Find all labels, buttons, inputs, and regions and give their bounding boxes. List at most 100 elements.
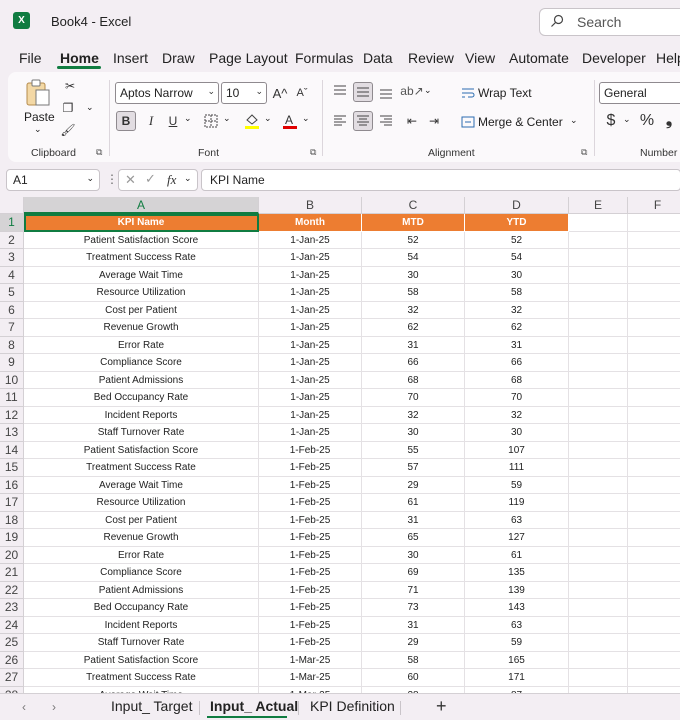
cell-kpi-name[interactable]: Average Wait Time [24, 266, 259, 284]
column-header-e[interactable]: E [569, 197, 628, 214]
select-all-corner[interactable] [0, 197, 24, 214]
cell-month[interactable]: 1-Jan-25 [259, 406, 362, 424]
row-header[interactable]: 10 [0, 371, 24, 389]
row-header[interactable]: 22 [0, 581, 24, 599]
cell-kpi-name[interactable]: Incident Reports [24, 616, 259, 634]
empty-cell[interactable] [569, 669, 628, 687]
cell-mtd[interactable]: 61 [362, 494, 465, 512]
comma-style-icon[interactable]: ❟ [662, 111, 676, 131]
empty-cell[interactable] [569, 581, 628, 599]
chevron-right-icon[interactable]: › [52, 700, 56, 714]
cell-month[interactable]: 1-Jan-25 [259, 371, 362, 389]
cell-kpi-name[interactable]: Bed Occupancy Rate [24, 599, 259, 617]
empty-cell[interactable] [569, 266, 628, 284]
bold-button[interactable]: B [116, 111, 136, 131]
orientation-icon[interactable]: ab↗ [400, 82, 423, 100]
empty-cell[interactable] [628, 354, 680, 372]
cell-month[interactable]: 1-Mar-25 [259, 669, 362, 687]
cell-mtd[interactable]: 71 [362, 581, 465, 599]
clipboard-launcher-icon[interactable]: ⧉ [96, 148, 105, 157]
cell-ytd[interactable]: 30 [465, 266, 569, 284]
underline-chevron-icon[interactable]: ⌄ [184, 113, 192, 124]
empty-cell[interactable] [628, 547, 680, 564]
cell-ytd[interactable]: 127 [465, 529, 569, 547]
empty-cell[interactable] [569, 529, 628, 547]
paste-chevron-icon[interactable]: ⌄ [34, 124, 42, 135]
empty-cell[interactable] [628, 599, 680, 617]
number-format-select[interactable]: General [599, 82, 680, 104]
row-header[interactable]: 4 [0, 266, 24, 284]
row-header[interactable]: 15 [0, 459, 24, 477]
empty-cell[interactable] [628, 634, 680, 652]
header-cell-ytd[interactable]: YTD [465, 214, 569, 232]
row-header[interactable]: 5 [0, 284, 24, 302]
cell-ytd[interactable]: 165 [465, 651, 569, 669]
empty-cell[interactable] [628, 564, 680, 582]
cell-kpi-name[interactable]: Treatment Success Rate [24, 459, 259, 477]
cell-ytd[interactable]: 59 [465, 476, 569, 494]
sheet-tab-kpi-definition[interactable]: KPI Definition [310, 698, 395, 714]
cell-month[interactable]: 1-Jan-25 [259, 231, 362, 249]
cell-mtd[interactable]: 30 [362, 424, 465, 442]
cell-month[interactable]: 1-Jan-25 [259, 354, 362, 372]
tab-formulas[interactable]: Formulas [295, 50, 353, 66]
empty-cell[interactable] [569, 371, 628, 389]
tab-automate[interactable]: Automate [509, 50, 569, 66]
empty-cell[interactable] [569, 441, 628, 459]
cell-month[interactable]: 1-Feb-25 [259, 459, 362, 477]
cell-mtd[interactable]: 66 [362, 354, 465, 372]
empty-cell[interactable] [569, 249, 628, 267]
align-right-icon[interactable] [377, 112, 395, 130]
cell-mtd[interactable]: 54 [362, 249, 465, 267]
cell-ytd[interactable]: 63 [465, 616, 569, 634]
tab-developer[interactable]: Developer [582, 50, 646, 66]
cell-kpi-name[interactable]: Cost per Patient [24, 511, 259, 529]
cell-mtd[interactable]: 58 [362, 651, 465, 669]
cell-ytd[interactable]: 139 [465, 581, 569, 599]
empty-cell[interactable] [628, 407, 680, 424]
tab-review[interactable]: Review [408, 50, 454, 66]
cell-mtd[interactable]: 29 [362, 476, 465, 494]
column-header-d[interactable]: D [465, 197, 569, 214]
cell-mtd[interactable]: 32 [362, 406, 465, 424]
tab-view[interactable]: View [465, 50, 495, 66]
format-painter-icon[interactable]: 🖌 [60, 122, 76, 138]
cell-kpi-name[interactable]: Compliance Score [24, 354, 259, 372]
borders-icon[interactable] [202, 112, 220, 130]
tab-insert[interactable]: Insert [113, 50, 148, 66]
cell-ytd[interactable]: 32 [465, 301, 569, 319]
empty-cell[interactable] [628, 372, 680, 389]
alignment-launcher-icon[interactable]: ⧉ [581, 148, 590, 157]
cancel-icon[interactable]: ✕ [125, 172, 136, 188]
empty-cell[interactable] [569, 494, 628, 512]
font-color-chevron-icon[interactable]: ⌄ [302, 113, 310, 124]
cell-month[interactable]: 1-Mar-25 [259, 651, 362, 669]
cell-month[interactable]: 1-Feb-25 [259, 511, 362, 529]
cell-kpi-name[interactable]: Error Rate [24, 546, 259, 564]
empty-cell[interactable] [628, 512, 680, 529]
cell-month[interactable]: 1-Feb-25 [259, 546, 362, 564]
cell-ytd[interactable]: 62 [465, 319, 569, 337]
cell-mtd[interactable]: 31 [362, 336, 465, 354]
empty-cell[interactable] [628, 284, 680, 302]
font-name-select[interactable]: Aptos Narrow ⌄ [115, 82, 219, 104]
empty-cell[interactable] [628, 424, 680, 442]
cell-ytd[interactable]: 70 [465, 389, 569, 407]
row-header[interactable]: 12 [0, 406, 24, 424]
cell-kpi-name[interactable]: Revenue Growth [24, 319, 259, 337]
empty-cell[interactable] [628, 617, 680, 634]
worksheet-grid[interactable]: A B C D E F 1 KPI Name Month MTD YTD 2 Patient… [0, 197, 680, 693]
cell-mtd[interactable]: 32 [362, 301, 465, 319]
font-size-select[interactable]: 10 ⌄ [221, 82, 267, 104]
fill-chevron-icon[interactable]: ⌄ [264, 113, 272, 124]
row-header[interactable]: 8 [0, 336, 24, 354]
paste-button[interactable]: Paste [24, 110, 55, 124]
empty-cell[interactable] [628, 494, 680, 512]
empty-cell[interactable] [628, 232, 680, 249]
increase-indent-icon[interactable]: ⇥ [425, 112, 443, 130]
cell-ytd[interactable]: 135 [465, 564, 569, 582]
empty-cell[interactable] [569, 459, 628, 477]
fill-color-icon[interactable] [242, 110, 262, 132]
cell-ytd[interactable]: 68 [465, 371, 569, 389]
row-header[interactable]: 27 [0, 669, 24, 687]
